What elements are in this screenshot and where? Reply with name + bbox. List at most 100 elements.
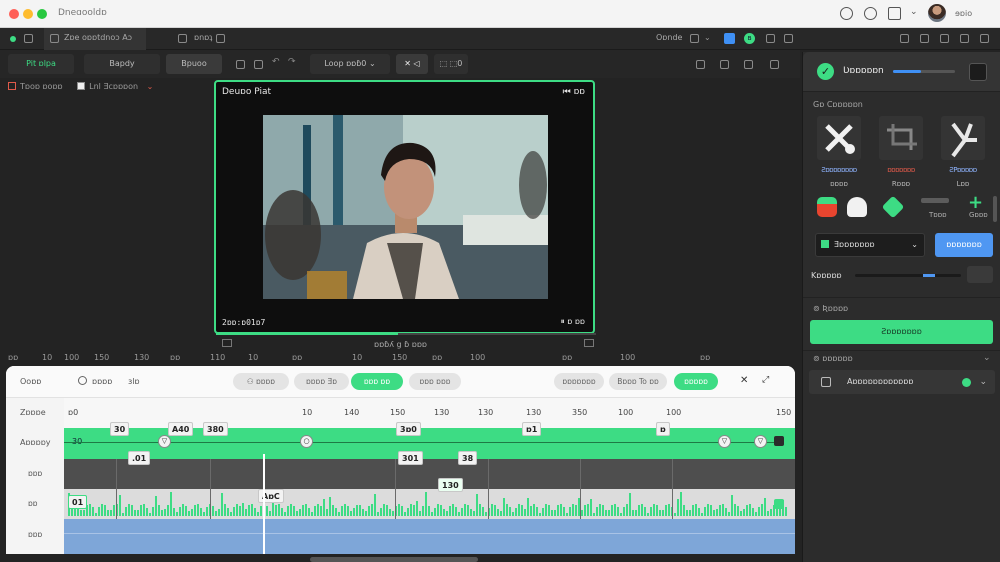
option1-checkbox[interactable] bbox=[8, 82, 16, 90]
search-icon[interactable] bbox=[78, 376, 87, 385]
pill-4[interactable]: ɒɒɒ ɒɒɒ bbox=[409, 373, 461, 390]
frame-icon[interactable] bbox=[216, 34, 225, 43]
minimize-window-button[interactable] bbox=[23, 9, 33, 19]
color-icon[interactable] bbox=[817, 197, 837, 217]
preset-dropdown[interactable]: Ǝɒɒɒɒɒɒɒ ⌄ bbox=[815, 233, 925, 257]
more-icon[interactable] bbox=[980, 34, 989, 43]
preview-left-ctrl[interactable] bbox=[222, 339, 232, 347]
keyframe[interactable]: ○ bbox=[300, 435, 313, 448]
loop-dropdown[interactable]: Loop ɒɒɓ0 ⌄ bbox=[310, 54, 390, 74]
grid-icon[interactable] bbox=[178, 34, 187, 43]
tool-card-split[interactable] bbox=[941, 116, 985, 160]
preview-progress[interactable] bbox=[216, 333, 596, 335]
list-icon[interactable] bbox=[770, 60, 779, 69]
pill-2[interactable]: ɒɒɒɒ Ǝɒ bbox=[294, 373, 349, 390]
chevron-down-icon[interactable]: ⌄ bbox=[704, 33, 711, 42]
keyframe[interactable]: ▽ bbox=[718, 435, 731, 448]
audio-track[interactable] bbox=[64, 489, 795, 519]
marker-chip[interactable]: 3ɒ0 bbox=[396, 422, 421, 436]
effects-track[interactable] bbox=[64, 459, 795, 489]
top-ruler[interactable]: ɒɒ 10 100 150 130 ɒɒ 110 10 ɒɒ 10 150 ɒɒ 100 ɒɒ 100 ɒɒ bbox=[0, 350, 800, 366]
marker-chip[interactable]: ɒ bbox=[656, 422, 670, 436]
chevron-down-icon[interactable]: ⌄ bbox=[910, 7, 918, 17]
pin-icon[interactable] bbox=[254, 60, 263, 69]
crop-icon[interactable] bbox=[940, 34, 949, 43]
marker-chip[interactable]: 301 bbox=[398, 451, 423, 465]
redo-icon[interactable]: ↷ bbox=[288, 57, 296, 67]
print-icon[interactable] bbox=[900, 34, 909, 43]
sliders-icon[interactable] bbox=[744, 60, 753, 69]
accordion-row[interactable]: Aɒɒɒɒɒɒɒɒɒɒɒɒ ⌄ bbox=[809, 370, 995, 394]
fx-icon[interactable] bbox=[696, 60, 705, 69]
tab-body[interactable]: Bapdy bbox=[84, 54, 160, 74]
preview-controls-bottom[interactable]: ⏸ ɒ ɒɒ bbox=[561, 317, 585, 327]
close-icon[interactable] bbox=[960, 34, 969, 43]
playhead[interactable] bbox=[263, 454, 265, 554]
pill-5[interactable]: ɒɒɒɒɒɒɒ bbox=[554, 373, 604, 390]
keyframe[interactable]: ▽ bbox=[158, 435, 171, 448]
tool-card-crop[interactable] bbox=[879, 116, 923, 160]
range-value-box[interactable] bbox=[967, 266, 993, 283]
add-icon[interactable]: + bbox=[968, 192, 983, 213]
diamond-icon[interactable] bbox=[881, 195, 905, 219]
filter-icon[interactable] bbox=[690, 34, 699, 43]
close-icon[interactable]: ✕ bbox=[740, 375, 748, 386]
sync-icon[interactable] bbox=[840, 7, 853, 20]
marker-chip[interactable]: A40 bbox=[168, 422, 194, 436]
share-icon[interactable] bbox=[888, 7, 901, 20]
preview-right-ctrl[interactable] bbox=[584, 339, 594, 347]
preview-controls-top[interactable]: ⏮ ɒɒ bbox=[563, 87, 585, 97]
option2-checkbox[interactable] bbox=[77, 82, 86, 90]
pill-6[interactable]: Bɒɒɒ To ɒɒ bbox=[609, 373, 667, 390]
marker-chip[interactable]: ɒ1 bbox=[522, 422, 542, 436]
image-icon[interactable] bbox=[920, 34, 929, 43]
close-track-button[interactable]: ✕ ◁ bbox=[396, 54, 428, 74]
marker-chip[interactable]: 38 bbox=[458, 451, 478, 465]
panel-scrollbar[interactable] bbox=[993, 196, 997, 222]
pill-1[interactable]: ⚇ ɒɒɒɒ bbox=[233, 373, 289, 390]
tool-card-cut[interactable] bbox=[817, 116, 861, 160]
clip-chip[interactable]: 01 bbox=[68, 495, 88, 509]
track-end-handle[interactable] bbox=[774, 436, 784, 446]
mushroom-icon[interactable] bbox=[847, 197, 867, 217]
marker-chip[interactable]: 380 bbox=[203, 422, 228, 436]
settings-icon[interactable] bbox=[784, 34, 793, 43]
pill-7-active[interactable]: ɒɒɒɒɒ bbox=[674, 373, 718, 390]
apply-button[interactable]: ɒɒɒɒɒɒɒ bbox=[935, 233, 993, 257]
check-icon[interactable]: ✓ bbox=[817, 63, 834, 80]
tab-bpuoo[interactable]: Bpuoo bbox=[166, 54, 222, 74]
video-preview[interactable]: Deuɒo Piat ⏮ ɒɒ 2ɒɒ:ɒ01ɒ7 ⏸ ɒ ɒɒ bbox=[214, 80, 595, 334]
undo-icon[interactable]: ↶ bbox=[272, 57, 280, 67]
keyframe[interactable]: ▽ bbox=[754, 435, 767, 448]
primary-button[interactable]: Ƨɒɒɒɒɒɒɒ bbox=[810, 320, 993, 344]
marker-chip[interactable]: .01 bbox=[128, 451, 151, 465]
bar-icon[interactable] bbox=[921, 198, 949, 203]
avatar[interactable] bbox=[928, 4, 946, 22]
close-window-button[interactable] bbox=[9, 9, 19, 19]
panel-slider[interactable] bbox=[893, 70, 955, 73]
expand-icon[interactable] bbox=[236, 60, 245, 69]
pill-3-active[interactable]: ɒɒɒ ɒɒ bbox=[351, 373, 403, 390]
panel-square-button[interactable] bbox=[969, 63, 987, 81]
tab-project[interactable]: Zɒe oɒɒtdnoɔ Aɔ bbox=[44, 28, 146, 50]
expand-icon[interactable]: ⤢ bbox=[762, 375, 769, 385]
record-icon[interactable] bbox=[864, 7, 877, 20]
marker-chip[interactable]: 130 bbox=[438, 478, 463, 492]
green-badge[interactable]: ʙ bbox=[744, 33, 755, 44]
chevron-down-icon[interactable]: ⌄ bbox=[147, 82, 154, 91]
track-end-handle[interactable] bbox=[774, 499, 784, 509]
waveform-bar bbox=[443, 508, 445, 516]
timeline-scrollbar[interactable] bbox=[310, 557, 478, 562]
layout-icon[interactable] bbox=[24, 34, 33, 43]
lock-icon[interactable] bbox=[720, 60, 729, 69]
export-icon[interactable] bbox=[766, 34, 775, 43]
range-slider[interactable] bbox=[855, 274, 961, 277]
marker-chip[interactable]: 30 bbox=[110, 422, 130, 436]
maximize-window-button[interactable] bbox=[37, 9, 47, 19]
chevron-down-icon[interactable]: ⌄ bbox=[983, 353, 991, 363]
music-track[interactable] bbox=[64, 519, 795, 554]
frame-button[interactable]: ⬚ ⬚0 bbox=[434, 54, 468, 74]
blue-badge[interactable] bbox=[724, 33, 735, 44]
tab-edit[interactable]: Pit ɒlpa bbox=[8, 54, 74, 74]
marker-chip[interactable]: AɒC bbox=[258, 489, 284, 503]
